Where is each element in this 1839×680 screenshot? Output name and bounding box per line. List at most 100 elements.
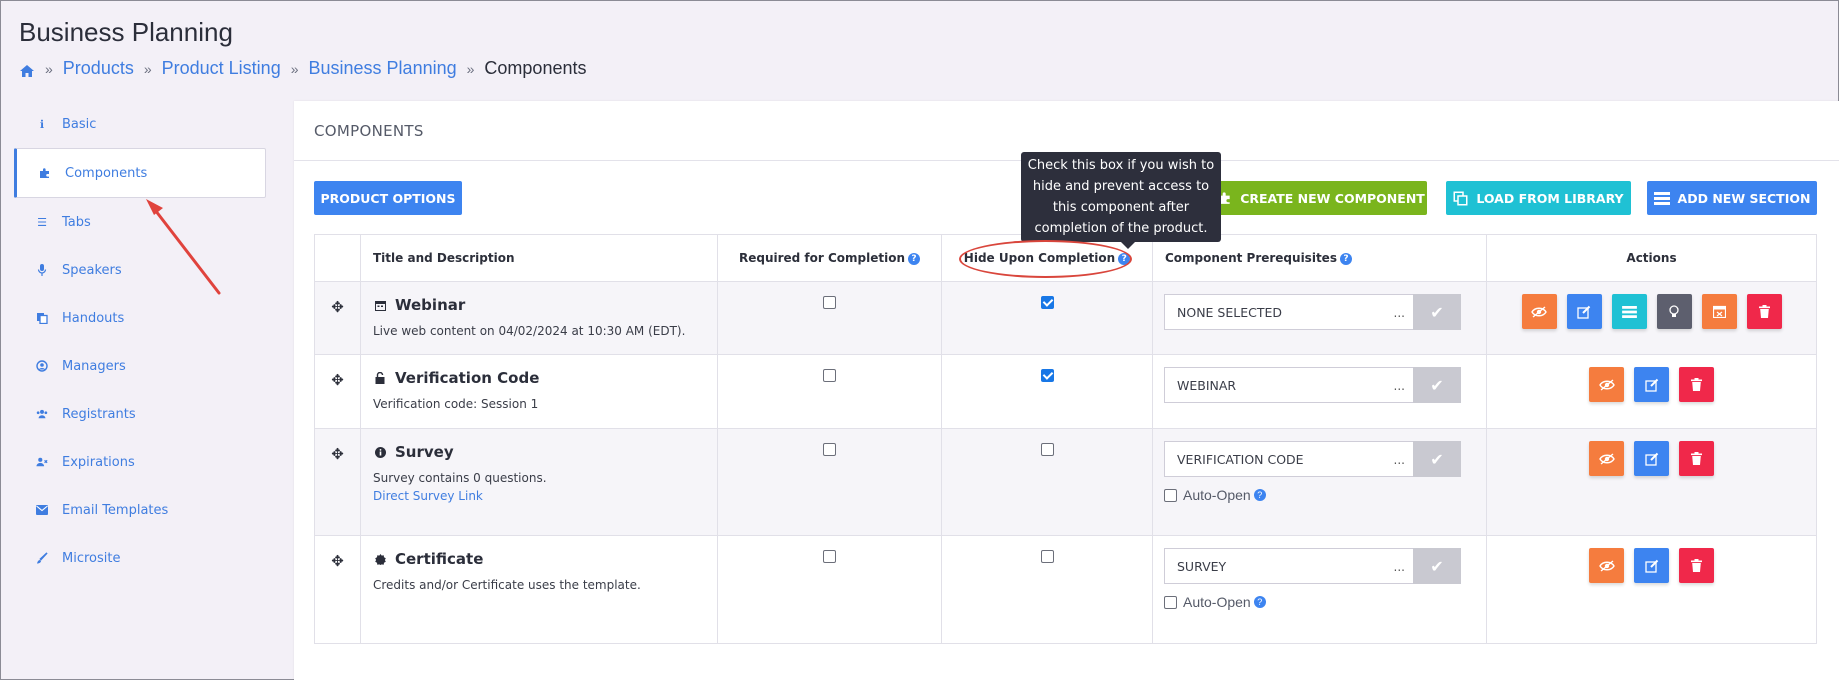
product-options-label: PRODUCT OPTIONS	[320, 190, 456, 206]
component-title: Verification Code	[373, 369, 705, 387]
ellipsis-icon: ...	[1393, 306, 1405, 320]
hide-checkbox[interactable]	[1040, 369, 1054, 382]
required-checkbox[interactable]	[823, 443, 836, 456]
sidebar-item-registrants[interactable]: Registrants	[14, 390, 266, 438]
auto-open-option: Auto-Open ?	[1164, 487, 1475, 503]
auto-open-checkbox[interactable]	[1164, 488, 1177, 502]
hide-eye-icon[interactable]	[1589, 441, 1624, 476]
hide-eye-icon[interactable]	[1521, 294, 1557, 329]
table-row: ✥ Survey Survey contains 0 questions. Di…	[314, 428, 1817, 536]
help-icon[interactable]: ?	[1253, 489, 1266, 501]
required-cell	[717, 281, 942, 355]
hide-eye-icon[interactable]	[1589, 548, 1624, 583]
required-checkbox[interactable]	[823, 296, 836, 309]
sidebar-item-components[interactable]: Components	[14, 148, 266, 198]
component-description: Credits and/or Certificate uses the temp…	[373, 578, 641, 592]
breadcrumb-link-product-listing[interactable]: Product Listing	[162, 58, 281, 79]
check-icon[interactable]: ✔	[1413, 548, 1461, 584]
create-new-component-button[interactable]: CREATE NEW COMPONENT	[1216, 181, 1427, 215]
hide-cell	[941, 281, 1153, 355]
home-icon[interactable]	[19, 62, 35, 77]
trash-icon[interactable]	[1679, 367, 1714, 402]
prereq-select[interactable]: WEBINAR... ✔	[1164, 367, 1461, 403]
component-title-text: Webinar	[395, 296, 466, 314]
actions-column-header: Actions	[1486, 234, 1817, 282]
prereq-value[interactable]: NONE SELECTED...	[1164, 294, 1413, 330]
hide-checkbox[interactable]	[1040, 296, 1054, 309]
drag-handle-icon[interactable]: ✥	[314, 354, 361, 429]
load-from-library-button[interactable]: LOAD FROM LIBRARY	[1446, 181, 1631, 215]
info-icon: ℹ	[39, 117, 45, 131]
drag-column-header	[314, 234, 361, 282]
list-icon[interactable]	[1611, 294, 1647, 329]
sidebar-item-basic[interactable]: ℹ Basic	[14, 100, 266, 148]
check-icon[interactable]: ✔	[1413, 367, 1461, 403]
trash-icon[interactable]	[1679, 441, 1714, 476]
drag-handle-icon[interactable]: ✥	[314, 428, 361, 536]
hide-eye-icon[interactable]	[1589, 367, 1624, 402]
sidebar-item-expirations[interactable]: Expirations	[14, 438, 266, 486]
product-options-button[interactable]: PRODUCT OPTIONS	[314, 181, 462, 215]
hide-checkbox[interactable]	[1040, 443, 1054, 456]
info-icon	[373, 446, 387, 458]
sidebar-item-label: Components	[65, 165, 148, 181]
component-description: Survey contains 0 questions.	[373, 471, 547, 485]
sidebar-item-managers[interactable]: Managers	[14, 342, 266, 390]
auto-open-label: Auto-Open	[1183, 487, 1251, 503]
sidebar-item-label: Managers	[62, 358, 126, 374]
hide-checkbox[interactable]	[1040, 550, 1054, 563]
trash-icon[interactable]	[1679, 548, 1714, 583]
help-icon[interactable]: ?	[1253, 596, 1266, 608]
breadcrumb-link-products[interactable]: Products	[63, 58, 134, 79]
sidebar-item-label: Handouts	[62, 310, 125, 326]
sidebar-item-email-templates[interactable]: Email Templates	[14, 486, 266, 534]
check-icon[interactable]: ✔	[1413, 441, 1461, 477]
prereq-value-text: VERIFICATION CODE	[1177, 451, 1304, 467]
prereq-cell: WEBINAR... ✔	[1152, 354, 1487, 429]
drag-handle-icon[interactable]: ✥	[314, 535, 361, 644]
edit-icon[interactable]	[1566, 294, 1602, 329]
lightbulb-icon[interactable]	[1656, 294, 1692, 329]
users-icon	[36, 408, 48, 420]
puzzle-icon	[39, 167, 51, 179]
sidebar-item-label: Speakers	[62, 262, 122, 278]
auto-open-checkbox[interactable]	[1164, 595, 1177, 609]
prereq-select[interactable]: NONE SELECTED... ✔	[1164, 294, 1461, 330]
column-label: Hide Upon Completion	[963, 251, 1116, 265]
prereq-select[interactable]: SURVEY... ✔	[1164, 548, 1461, 584]
auto-open-option: Auto-Open ?	[1164, 594, 1475, 610]
required-checkbox[interactable]	[823, 369, 836, 382]
add-new-section-button[interactable]: ADD NEW SECTION	[1647, 181, 1817, 215]
edit-icon[interactable]	[1634, 548, 1669, 583]
breadcrumb-link-business-planning[interactable]: Business Planning	[309, 58, 457, 79]
direct-survey-link[interactable]: Direct Survey Link	[373, 489, 705, 503]
prereq-select[interactable]: VERIFICATION CODE... ✔	[1164, 441, 1461, 477]
check-icon[interactable]: ✔	[1413, 294, 1461, 330]
component-description: Live web content on 04/02/2024 at 10:30 …	[373, 324, 686, 338]
sidebar-item-speakers[interactable]: Speakers	[14, 246, 266, 294]
sidebar-item-microsite[interactable]: Microsite	[14, 534, 266, 582]
prereq-cell: NONE SELECTED... ✔	[1152, 281, 1487, 355]
sidebar-item-tabs[interactable]: ☰ Tabs	[14, 198, 266, 246]
help-icon[interactable]: ?	[1339, 252, 1352, 265]
prereq-cell: VERIFICATION CODE... ✔ Auto-Open ?	[1152, 428, 1487, 536]
trash-icon[interactable]	[1746, 294, 1782, 329]
sidebar-item-handouts[interactable]: Handouts	[14, 294, 266, 342]
prereq-value[interactable]: VERIFICATION CODE...	[1164, 441, 1413, 477]
sidebar-item-label: Tabs	[62, 214, 91, 230]
drag-handle-icon[interactable]: ✥	[314, 281, 361, 355]
prereq-value[interactable]: SURVEY...	[1164, 548, 1413, 584]
hide-upon-completion-tooltip: Check this box if you wish to hide and p…	[1021, 152, 1221, 249]
prereq-value-text: WEBINAR	[1177, 377, 1237, 393]
help-icon[interactable]: ?	[1118, 252, 1131, 265]
edit-icon[interactable]	[1634, 367, 1669, 402]
required-cell	[717, 354, 942, 429]
hide-cell	[941, 354, 1153, 429]
edit-icon[interactable]	[1634, 441, 1669, 476]
help-icon[interactable]: ?	[908, 252, 921, 265]
list-icon: ☰	[37, 215, 47, 229]
brush-icon	[36, 552, 48, 564]
required-checkbox[interactable]	[823, 550, 836, 563]
prereq-value[interactable]: WEBINAR...	[1164, 367, 1413, 403]
calendar-x-icon[interactable]	[1701, 294, 1737, 329]
